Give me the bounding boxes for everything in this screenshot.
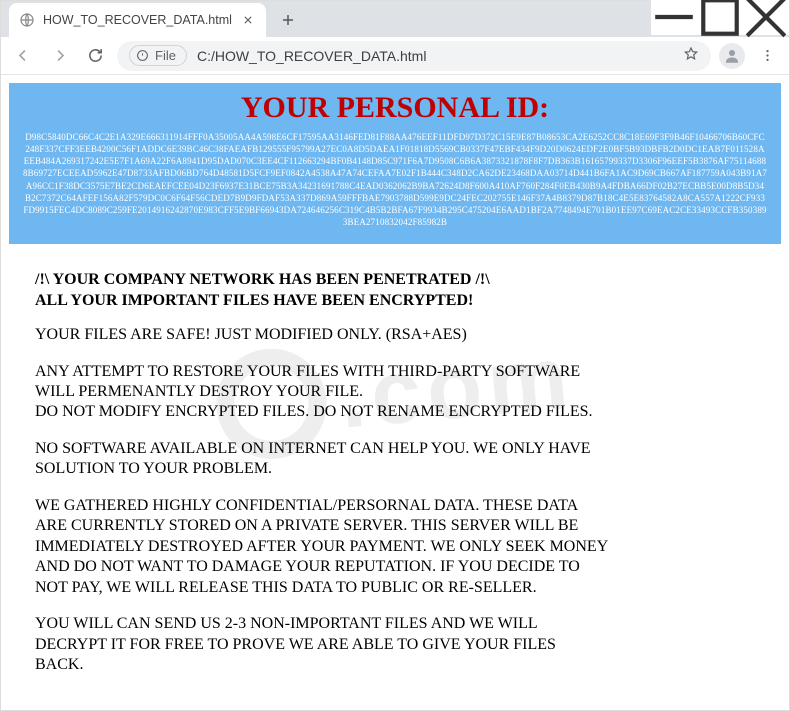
personal-id-value: D98C5840DC66C4C2E1A329E666311914FFF0A350… bbox=[15, 131, 775, 228]
tab-active[interactable]: HOW_TO_RECOVER_DATA.html bbox=[9, 3, 266, 37]
overflow-menu-button[interactable] bbox=[753, 42, 781, 70]
new-tab-button[interactable] bbox=[274, 6, 302, 34]
note-paragraph-6: YOU WILL CAN SEND US 2-3 NON-IMPORTANT F… bbox=[35, 614, 755, 675]
file-chip[interactable]: File bbox=[129, 45, 187, 66]
url-text: C:/HOW_TO_RECOVER_DATA.html bbox=[197, 48, 426, 64]
maximize-button[interactable] bbox=[697, 0, 743, 35]
note-paragraph-2: YOUR FILES ARE SAFE! JUST MODIFIED ONLY.… bbox=[35, 325, 755, 345]
tab-title: HOW_TO_RECOVER_DATA.html bbox=[43, 13, 232, 27]
reload-button[interactable] bbox=[81, 42, 109, 70]
forward-button[interactable] bbox=[45, 42, 73, 70]
close-icon[interactable] bbox=[240, 12, 256, 28]
page-heading: YOUR PERSONAL ID: bbox=[15, 87, 775, 131]
note-paragraph-1: /!\ YOUR COMPANY NETWORK HAS BEEN PENETR… bbox=[35, 270, 755, 311]
browser-window: HOW_TO_RECOVER_DATA.html bbox=[0, 0, 790, 711]
page-viewport: .com YOUR PERSONAL ID: D98C5840DC66C4C2E… bbox=[1, 75, 789, 710]
note-paragraph-4: NO SOFTWARE AVAILABLE ON INTERNET CAN HE… bbox=[35, 439, 755, 480]
tab-strip: HOW_TO_RECOVER_DATA.html bbox=[1, 1, 789, 37]
personal-id-card: YOUR PERSONAL ID: D98C5840DC66C4C2E1A329… bbox=[9, 83, 781, 244]
profile-avatar[interactable] bbox=[719, 43, 745, 69]
file-chip-label: File bbox=[155, 48, 176, 63]
toolbar: File C:/HOW_TO_RECOVER_DATA.html bbox=[1, 37, 789, 75]
back-button[interactable] bbox=[9, 42, 37, 70]
ransom-note-body: /!\ YOUR COMPANY NETWORK HAS BEEN PENETR… bbox=[1, 244, 789, 676]
address-bar[interactable]: File C:/HOW_TO_RECOVER_DATA.html bbox=[117, 41, 711, 71]
minimize-button[interactable] bbox=[651, 0, 697, 35]
close-window-button[interactable] bbox=[743, 0, 789, 35]
note-paragraph-3: ANY ATTEMPT TO RESTORE YOUR FILES WITH T… bbox=[35, 362, 755, 423]
bookmark-star-icon[interactable] bbox=[683, 46, 699, 65]
globe-icon bbox=[19, 12, 35, 28]
note-paragraph-5: WE GATHERED HIGHLY CONFIDENTIAL/PERSORNA… bbox=[35, 496, 755, 598]
